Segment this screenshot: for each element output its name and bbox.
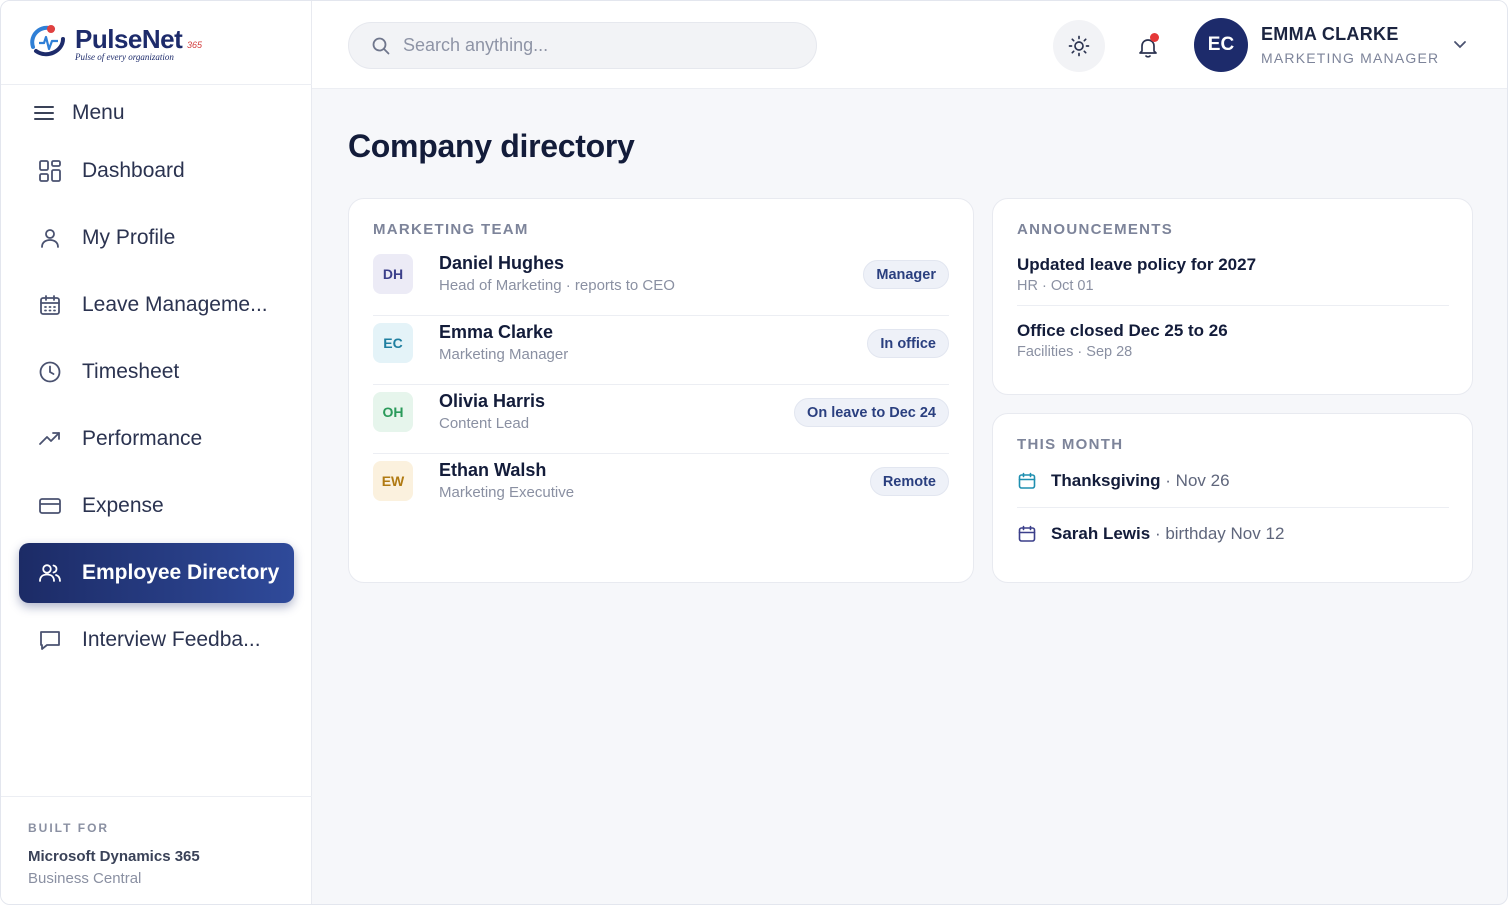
- sidebar-divider: [1, 84, 312, 85]
- calendar-icon: [1017, 524, 1037, 544]
- team-label: MARKETING TEAM: [373, 221, 529, 238]
- sun-icon: [1068, 35, 1090, 57]
- brand-logo[interactable]: PulseNet 365 Pulse of every organization: [27, 21, 227, 65]
- built-for-product: Microsoft Dynamics 365: [28, 848, 200, 865]
- notification-dot: [1150, 33, 1159, 42]
- sidebar-item-timesheet[interactable]: Timesheet: [19, 342, 294, 402]
- clock-icon: [37, 359, 63, 385]
- member-avatar: EW: [373, 461, 413, 501]
- brand-name: PulseNet: [75, 24, 183, 54]
- member-row[interactable]: EW Ethan Walsh Marketing Executive Remot…: [373, 454, 949, 523]
- member-name: Daniel Hughes: [439, 253, 565, 273]
- brand-tagline: Pulse of every organization: [75, 52, 174, 62]
- sidebar-item-label: Leave Manageme...: [82, 293, 268, 316]
- dashboard-icon: [37, 158, 63, 184]
- avatar: EC: [1194, 18, 1248, 72]
- notifications-button[interactable]: [1128, 27, 1168, 67]
- status-badge: On leave to Dec 24: [794, 398, 949, 427]
- user-role: MARKETING MANAGER: [1261, 50, 1440, 66]
- theme-toggle-button[interactable]: [1053, 20, 1105, 72]
- announcement-item[interactable]: Office closed Dec 25 to 26 Facilities · …: [1017, 321, 1449, 360]
- member-row[interactable]: OH Olivia Harris Content Lead On leave t…: [373, 385, 949, 454]
- member-row[interactable]: DH Daniel Hughes Head of Marketing · rep…: [373, 247, 949, 316]
- sidebar-item-label: Performance: [82, 427, 203, 450]
- member-avatar: OH: [373, 392, 413, 432]
- member-role: Marketing Executive: [439, 484, 575, 501]
- built-for-label: BUILT FOR: [28, 821, 110, 835]
- sidebar: PulseNet 365 Pulse of every organization…: [1, 1, 312, 904]
- team-card: MARKETING TEAM DH Daniel Hughes Head of …: [348, 198, 974, 583]
- user-name: EMMA CLARKE: [1261, 24, 1399, 44]
- status-badge: Remote: [869, 467, 949, 496]
- hamburger-icon: [34, 106, 54, 120]
- built-for-edition: Business Central: [28, 870, 142, 887]
- announcements-card: ANNOUNCEMENTS Updated leave policy for 2…: [992, 198, 1473, 395]
- sidebar-item-label: Interview Feedba...: [82, 628, 261, 651]
- chat-icon: [37, 627, 63, 653]
- calendar-icon: [1017, 471, 1037, 491]
- sidebar-item-label: Expense: [82, 494, 164, 517]
- event-name: Thanksgiving: [1051, 471, 1161, 490]
- announcements-label: ANNOUNCEMENTS: [1017, 221, 1174, 238]
- search-icon: [372, 37, 390, 54]
- member-name: Ethan Walsh: [439, 460, 547, 480]
- built-for-section: BUILT FOR Microsoft Dynamics 365 Busines…: [1, 796, 312, 904]
- event-detail: · Nov 26: [1160, 471, 1230, 490]
- brand-superscript: 365: [187, 40, 203, 50]
- event-divider: [1017, 507, 1449, 508]
- sidebar-item-label: Employee Directory: [82, 561, 280, 584]
- sidebar-item-employee-directory[interactable]: Employee Directory: [19, 543, 294, 603]
- status-badge: In office: [867, 329, 949, 358]
- member-avatar: EC: [373, 323, 413, 363]
- pulsenet-logo-icon: [30, 25, 65, 57]
- menu-label: Menu: [72, 101, 125, 124]
- sidebar-item-my-profile[interactable]: My Profile: [19, 208, 294, 268]
- trending-up-icon: [37, 426, 63, 452]
- user-icon: [37, 225, 63, 251]
- announcement-title: Updated leave policy for 2027: [1017, 255, 1257, 274]
- sidebar-item-leave-management[interactable]: Leave Manageme...: [19, 275, 294, 335]
- sidebar-item-label: Dashboard: [82, 159, 185, 182]
- event-name: Sarah Lewis: [1051, 524, 1151, 543]
- sidebar-item-interview-feedback[interactable]: Interview Feedba...: [19, 610, 294, 670]
- chevron-down-icon[interactable]: [1452, 36, 1468, 52]
- announcement-title: Office closed Dec 25 to 26: [1017, 321, 1228, 340]
- event-item[interactable]: Thanksgiving · Nov 26: [1017, 466, 1449, 496]
- calendar-icon: [37, 292, 63, 318]
- member-role: Head of Marketing · reports to CEO: [439, 277, 675, 294]
- credit-card-icon: [37, 493, 63, 519]
- status-badge: Manager: [863, 260, 949, 289]
- search-bar[interactable]: [348, 22, 817, 69]
- sidebar-item-label: Timesheet: [82, 360, 180, 383]
- announcement-divider: [1017, 305, 1449, 306]
- member-avatar: DH: [373, 254, 413, 294]
- sidebar-item-dashboard[interactable]: Dashboard: [19, 141, 294, 201]
- users-icon: [37, 560, 63, 586]
- member-row[interactable]: EC Emma Clarke Marketing Manager In offi…: [373, 316, 949, 385]
- member-name: Olivia Harris: [439, 391, 546, 411]
- user-menu[interactable]: EC EMMA CLARKE MARKETING MANAGER: [1194, 18, 1484, 74]
- this-month-card: THIS MONTH Thanksgiving · Nov 26 Sarah L…: [992, 413, 1473, 583]
- app-window: PulseNet 365 Pulse of every organization…: [0, 0, 1508, 905]
- top-bar: EC EMMA CLARKE MARKETING MANAGER: [312, 1, 1507, 89]
- announcement-meta: Facilities · Sep 28: [1017, 344, 1133, 360]
- announcement-meta: HR · Oct 01: [1017, 278, 1094, 294]
- this-month-label: THIS MONTH: [1017, 436, 1124, 453]
- member-name: Emma Clarke: [439, 322, 554, 342]
- sidebar-item-performance[interactable]: Performance: [19, 409, 294, 469]
- member-role: Marketing Manager: [439, 346, 569, 363]
- search-input[interactable]: [403, 35, 803, 56]
- sidebar-item-expense[interactable]: Expense: [19, 476, 294, 536]
- member-role: Content Lead: [439, 415, 530, 432]
- menu-toggle[interactable]: Menu: [34, 98, 125, 128]
- announcement-item[interactable]: Updated leave policy for 2027 HR · Oct 0…: [1017, 255, 1449, 294]
- sidebar-item-label: My Profile: [82, 226, 176, 249]
- event-item[interactable]: Sarah Lewis · birthday Nov 12: [1017, 519, 1449, 549]
- event-detail: · birthday Nov 12: [1150, 524, 1285, 543]
- page-title: Company directory: [348, 128, 635, 164]
